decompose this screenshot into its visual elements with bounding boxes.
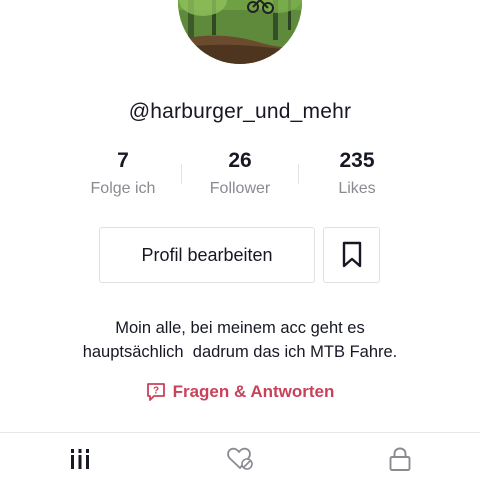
tab-liked[interactable] bbox=[224, 444, 256, 474]
stat-likes[interactable]: 235 Likes bbox=[297, 150, 417, 198]
qa-label: Fragen & Antworten bbox=[172, 382, 335, 401]
bookmark-button[interactable] bbox=[323, 227, 380, 283]
avatar-photo bbox=[178, 0, 302, 64]
tab-private[interactable] bbox=[384, 444, 416, 474]
grid-videos-icon bbox=[69, 448, 91, 470]
username: @harburger_und_mehr bbox=[128, 100, 352, 123]
edit-profile-button[interactable]: Profil bearbeiten bbox=[99, 227, 315, 283]
lock-private-icon bbox=[388, 446, 412, 472]
tabbar-divider bbox=[0, 432, 480, 433]
liked-heart-icon bbox=[226, 446, 254, 472]
avatar[interactable] bbox=[178, 0, 302, 64]
stat-following-count: 7 bbox=[117, 149, 129, 172]
tab-videos[interactable] bbox=[64, 444, 96, 474]
stat-followers-label: Follower bbox=[209, 180, 271, 197]
bookmark-icon bbox=[341, 241, 363, 269]
stat-followers-count: 26 bbox=[228, 149, 252, 172]
stat-following[interactable]: 7 Folge ich bbox=[63, 150, 183, 198]
stat-followers[interactable]: 26 Follower bbox=[180, 150, 300, 198]
svg-text:?: ? bbox=[153, 386, 159, 397]
question-chat-icon: ? bbox=[146, 382, 166, 402]
stat-following-label: Folge ich bbox=[90, 180, 156, 197]
bio-line: hauptsächlich dadrum das ich MTB Fahre. bbox=[82, 343, 398, 361]
bio: Moin alle, bei meinem acc geht es haupts… bbox=[0, 316, 480, 364]
qa-link[interactable]: ? Fragen & Antworten bbox=[0, 382, 480, 402]
stat-likes-label: Likes bbox=[338, 180, 376, 197]
stat-likes-count: 235 bbox=[339, 149, 375, 172]
bio-line: Moin alle, bei meinem acc geht es bbox=[115, 319, 365, 337]
